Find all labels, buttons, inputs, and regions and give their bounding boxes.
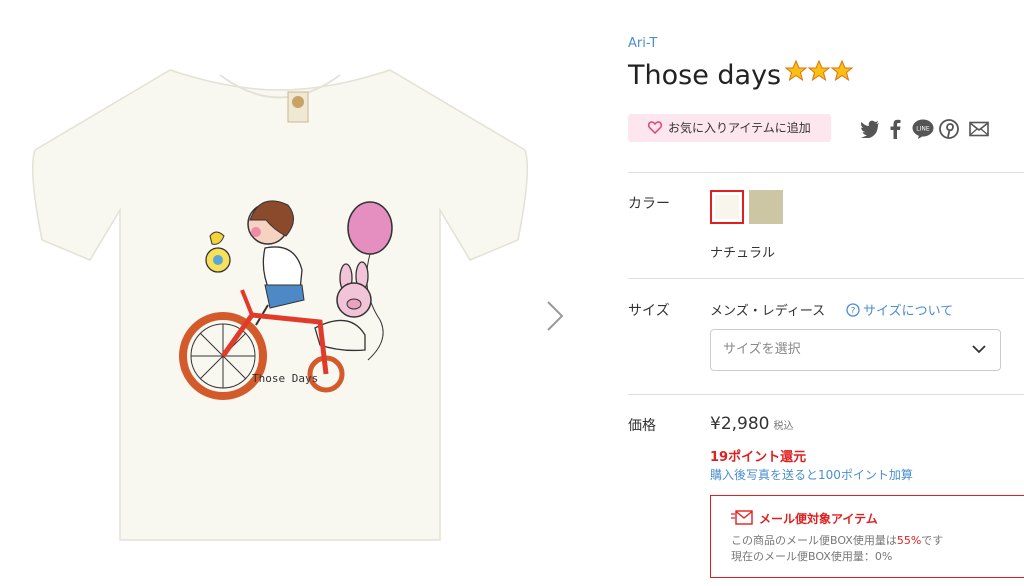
price-value: ¥2,980 <box>710 414 770 434</box>
twitter-icon[interactable] <box>860 118 880 140</box>
color-label: カラー <box>628 196 670 212</box>
envelope-icon <box>731 510 753 525</box>
mail-current-usage: 現在のメール便BOX使用量：0% <box>731 550 893 563</box>
pinterest-icon[interactable] <box>939 118 959 140</box>
chevron-down-icon <box>972 345 986 354</box>
mail-icon[interactable] <box>969 118 989 140</box>
shop-name-link[interactable]: Ari-T <box>628 36 657 51</box>
size-select[interactable]: サイズを選択 <box>710 329 1001 371</box>
svg-text:LINE: LINE <box>916 126 930 133</box>
size-select-placeholder: サイズを選択 <box>723 342 801 357</box>
mail-usage-percent: 55% <box>896 534 922 547</box>
rating-stars <box>784 58 854 89</box>
mail-usage-prefix: この商品のメール便BOX使用量は <box>731 534 897 547</box>
add-favorite-button[interactable]: お気に入りアイテムに追加 <box>628 114 831 142</box>
next-image-arrow-icon[interactable] <box>540 296 570 336</box>
photo-bonus-link[interactable]: 購入後写真を送ると100ポイント加算 <box>710 466 913 483</box>
price-label: 価格 <box>628 418 656 434</box>
divider <box>628 172 1024 173</box>
price-amount: ¥2,980 税込 <box>710 414 793 434</box>
size-guide-text: サイズについて <box>863 304 954 319</box>
color-swatch-natural[interactable] <box>710 190 744 224</box>
mail-service-box: メール便対象アイテム この商品のメール便BOX使用量は55%です 現在のメール便… <box>710 495 1024 578</box>
mail-usage-suffix: です <box>921 534 944 547</box>
question-icon: ? <box>846 302 860 317</box>
facebook-icon[interactable] <box>889 118 901 140</box>
points-reward: 19ポイント還元 <box>710 450 807 465</box>
star-icon <box>807 59 831 82</box>
product-info-panel: Ari-T Those days お気に入りアイテムに追加 LINE カラー ナ… <box>628 0 1024 586</box>
size-type-label: メンズ・レディース <box>710 304 826 319</box>
heart-icon <box>648 121 662 134</box>
star-icon <box>784 59 808 82</box>
line-icon[interactable]: LINE <box>912 118 934 140</box>
product-image-area: Those Days <box>0 0 600 586</box>
product-title: Those days <box>628 58 854 91</box>
tshirt-image: Those Days <box>31 69 529 541</box>
mail-service-title: メール便対象アイテム <box>759 512 878 526</box>
svg-text:Those Days: Those Days <box>252 372 318 385</box>
shirt-tag <box>287 91 309 123</box>
size-guide-link[interactable]: ? サイズについて <box>846 300 953 319</box>
selected-color-name: ナチュラル <box>710 246 776 261</box>
color-swatch-alt[interactable] <box>749 190 783 224</box>
star-icon <box>830 59 854 82</box>
tax-note: 税込 <box>773 421 794 432</box>
swatch-fill <box>715 195 739 219</box>
product-title-text: Those days <box>628 60 782 91</box>
size-label: サイズ <box>628 303 670 319</box>
divider <box>628 278 1024 279</box>
svg-text:?: ? <box>851 306 856 316</box>
mail-usage-text: この商品のメール便BOX使用量は55%です <box>731 532 943 548</box>
divider <box>628 394 1024 395</box>
favorite-label: お気に入りアイテムに追加 <box>668 121 811 135</box>
